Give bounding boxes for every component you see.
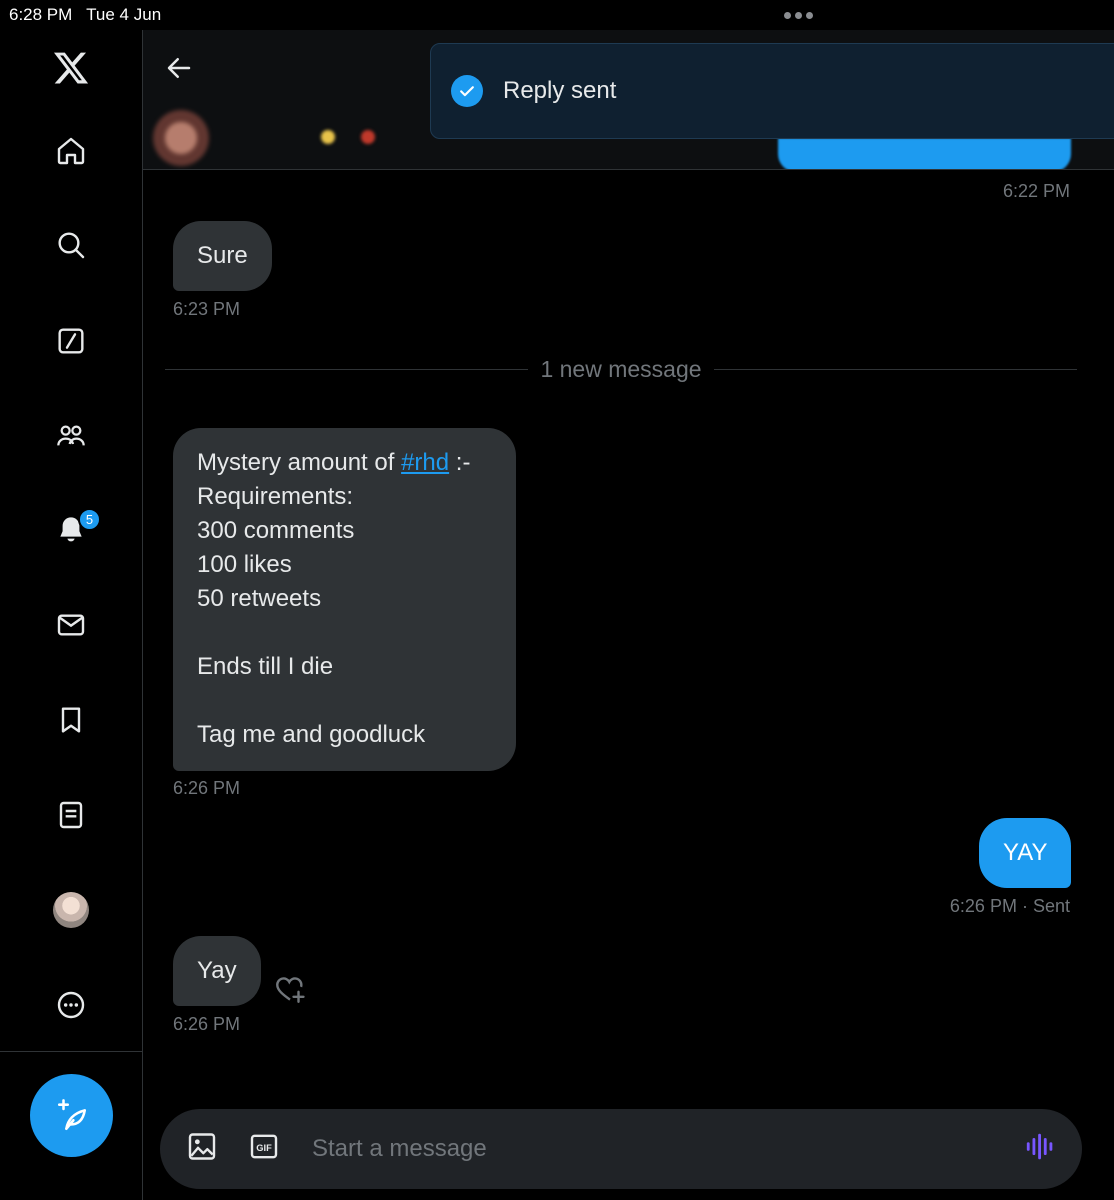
message-text: YAY bbox=[1003, 839, 1048, 866]
message-timestamp: 6:22 PM bbox=[1002, 181, 1070, 201]
grok-icon[interactable] bbox=[51, 321, 91, 361]
message-line: 100 likes bbox=[197, 551, 292, 578]
sidebar: 5 bbox=[0, 30, 143, 1200]
compose-post-button[interactable] bbox=[30, 1074, 113, 1157]
message-timestamp: 6:23 PM bbox=[173, 299, 241, 319]
toast-message: Reply sent bbox=[503, 77, 617, 104]
conversation-pane: 6:22 PM Sure 6:23 PM 1 new message Myste… bbox=[143, 30, 1114, 1200]
message-line: 50 retweets bbox=[197, 585, 322, 612]
sidebar-divider bbox=[0, 1051, 142, 1052]
voice-message-button[interactable] bbox=[1024, 1130, 1058, 1169]
message-line: Requirements: bbox=[197, 483, 354, 510]
status-time: 6:28 PM Tue 4 Jun bbox=[9, 5, 162, 24]
previous-message-bubble bbox=[778, 138, 1071, 169]
new-message-divider: 1 new message bbox=[165, 354, 1077, 384]
message-timestamp: 6:26 PM bbox=[173, 1014, 241, 1034]
communities-icon[interactable] bbox=[51, 416, 91, 456]
message-timestamp-sent: 6:26 PM · Sent bbox=[950, 896, 1070, 917]
status-bar: 6:28 PM Tue 4 Jun bbox=[0, 0, 1114, 30]
multitasking-dots[interactable] bbox=[784, 12, 813, 19]
blurred-emoji bbox=[321, 130, 335, 144]
new-message-label: 1 new message bbox=[540, 355, 702, 382]
message-status: · Sent bbox=[1021, 896, 1070, 916]
message-bubble-received[interactable]: Yay bbox=[173, 936, 261, 1006]
search-icon[interactable] bbox=[51, 225, 91, 265]
bookmarks-icon[interactable] bbox=[51, 700, 91, 740]
x-logo-icon[interactable] bbox=[51, 48, 91, 88]
image-icon bbox=[188, 1133, 216, 1160]
message-time: 6:26 PM bbox=[949, 896, 1017, 916]
message-text: Yay bbox=[197, 957, 237, 984]
add-reaction-button[interactable] bbox=[273, 972, 307, 1006]
heart-plus-icon bbox=[276, 977, 305, 1003]
message-input[interactable] bbox=[312, 1127, 1002, 1171]
message-line: Tag me and goodluck bbox=[197, 721, 426, 748]
feather-plus-icon bbox=[57, 1098, 86, 1130]
message-text: Sure bbox=[197, 242, 248, 269]
message-text: :- bbox=[449, 449, 471, 476]
message-timestamp: 6:26 PM bbox=[173, 778, 241, 798]
message-composer: GIF bbox=[160, 1109, 1082, 1189]
message-line: Ends till I die bbox=[197, 653, 334, 680]
reply-sent-toast: Reply sent bbox=[430, 43, 1114, 139]
message-bubble-sent[interactable]: YAY bbox=[979, 818, 1072, 888]
message-line: 300 comments bbox=[197, 517, 355, 544]
messages-icon[interactable] bbox=[51, 605, 91, 645]
home-icon[interactable] bbox=[51, 131, 91, 171]
hashtag-link[interactable]: #rhd bbox=[401, 449, 449, 476]
blurred-emoji bbox=[361, 130, 375, 144]
more-icon[interactable] bbox=[51, 985, 91, 1025]
gif-icon: GIF bbox=[250, 1134, 278, 1159]
message-bubble-received[interactable]: Sure bbox=[173, 221, 272, 291]
notifications-badge: 5 bbox=[78, 508, 101, 531]
contact-avatar-blurred bbox=[153, 110, 209, 166]
message-bubble-received[interactable]: Mystery amount of #rhd :- Requirements: … bbox=[173, 428, 516, 771]
lists-icon[interactable] bbox=[51, 795, 91, 835]
waveform-icon bbox=[1026, 1133, 1053, 1160]
gif-button[interactable]: GIF bbox=[248, 1131, 280, 1168]
arrow-left-icon bbox=[167, 58, 191, 78]
media-button[interactable] bbox=[186, 1131, 218, 1168]
checkmark-icon bbox=[451, 75, 483, 107]
svg-text:GIF: GIF bbox=[256, 1143, 272, 1153]
profile-avatar[interactable] bbox=[53, 892, 89, 928]
back-button[interactable] bbox=[159, 48, 199, 88]
message-text: Mystery amount of bbox=[197, 449, 402, 476]
